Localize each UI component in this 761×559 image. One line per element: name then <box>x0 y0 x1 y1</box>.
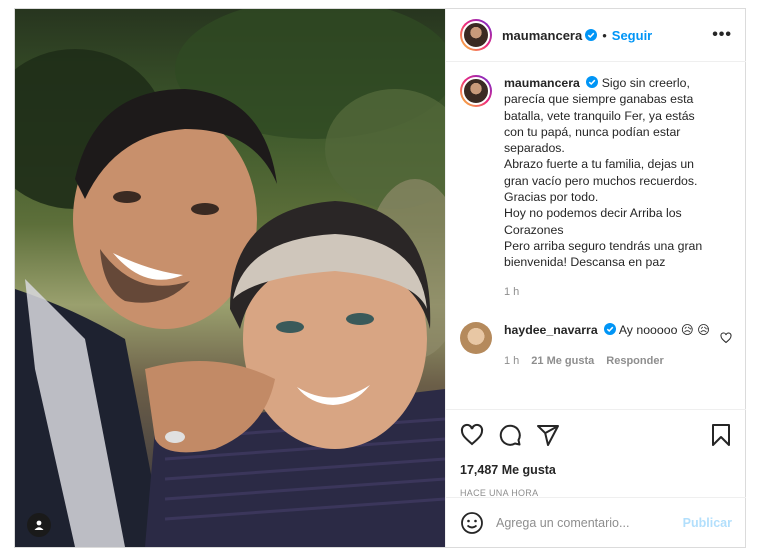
caption-line: Abrazo fuerte a tu familia, dejas un <box>504 157 695 172</box>
caption-line: Gracias por todo. <box>504 190 599 205</box>
action-icons <box>460 420 732 450</box>
comment-text: Ay nooooo <box>618 322 678 337</box>
user-tag-icon[interactable] <box>27 513 51 537</box>
commenter-avatar[interactable] <box>460 321 492 354</box>
comment-time[interactable]: 1 h <box>504 353 519 370</box>
caption-line: parecía que siempre ganabas esta <box>504 92 694 107</box>
post-photo[interactable] <box>15 9 445 547</box>
caption-line: con tu papá, nunca podían estar <box>504 124 681 139</box>
author-username[interactable]: maumancera <box>502 28 582 43</box>
caption-line: Sigo sin creerlo, <box>601 76 690 90</box>
verified-icon <box>585 29 598 41</box>
caption-line: Hoy no podemos decir Arriba los <box>504 206 682 221</box>
comments-list[interactable]: maumancera Sigo sin creerlo, parecía que… <box>446 63 746 402</box>
more-options-icon[interactable]: ••• <box>712 26 732 44</box>
comment-item: haydee_navarra Ay nooooo 😥 😥 1 h 21 Me g… <box>460 321 732 370</box>
verified-icon <box>604 322 617 335</box>
caption-line: Corazones <box>504 222 564 237</box>
comment-emoji: 😥 😥 <box>680 322 710 337</box>
post-actions: 17,487 Me gusta HACE UNA HORA <box>446 409 746 498</box>
share-icon[interactable] <box>536 423 560 447</box>
caption-time[interactable]: 1 h <box>504 284 732 300</box>
comment-meta: 1 h 21 Me gusta Responder <box>504 353 724 370</box>
comment-icon[interactable] <box>498 423 522 447</box>
comment-input[interactable] <box>496 515 683 530</box>
verified-icon <box>586 76 599 88</box>
reply-button[interactable]: Responder <box>606 353 663 370</box>
caption-line: Pero arriba seguro tendrás una gran <box>504 238 703 253</box>
post-header: maumancera • Seguir ••• <box>446 9 746 62</box>
caption-line: gran vacío pero muchos recuerdos. <box>504 173 698 188</box>
post-side-panel: maumancera • Seguir ••• maumancera Sigo … <box>445 9 746 547</box>
comment-likes[interactable]: 21 Me gusta <box>531 353 594 370</box>
caption-line: bienvenida! Descansa en paz <box>504 255 666 270</box>
bookmark-icon[interactable] <box>710 423 732 447</box>
add-comment-bar: Publicar <box>446 497 746 547</box>
separator-dot: • <box>602 27 607 43</box>
photo-illustration <box>15 9 445 547</box>
follow-button[interactable]: Seguir <box>612 28 652 43</box>
likes-count[interactable]: 17,487 Me gusta <box>460 463 732 477</box>
caption-line: separados. <box>504 141 565 156</box>
caption-line: batalla, vete tranquilo Fer, ya estás <box>504 108 695 123</box>
caption-avatar[interactable] <box>460 75 492 107</box>
publish-button[interactable]: Publicar <box>683 516 732 530</box>
author-avatar[interactable] <box>460 19 492 51</box>
heart-icon[interactable] <box>460 423 484 447</box>
caption-username[interactable]: maumancera <box>504 76 580 90</box>
comment-heart-icon[interactable] <box>720 332 732 344</box>
comment-username[interactable]: haydee_navarra <box>504 323 598 337</box>
caption: maumancera Sigo sin creerlo, parecía que… <box>460 75 732 300</box>
caption-body: maumancera Sigo sin creerlo, parecía que… <box>504 75 732 300</box>
emoji-icon[interactable] <box>460 511 484 535</box>
comment-body: haydee_navarra Ay nooooo 😥 😥 1 h 21 Me g… <box>504 322 724 370</box>
post-dialog: maumancera • Seguir ••• maumancera Sigo … <box>14 8 746 548</box>
